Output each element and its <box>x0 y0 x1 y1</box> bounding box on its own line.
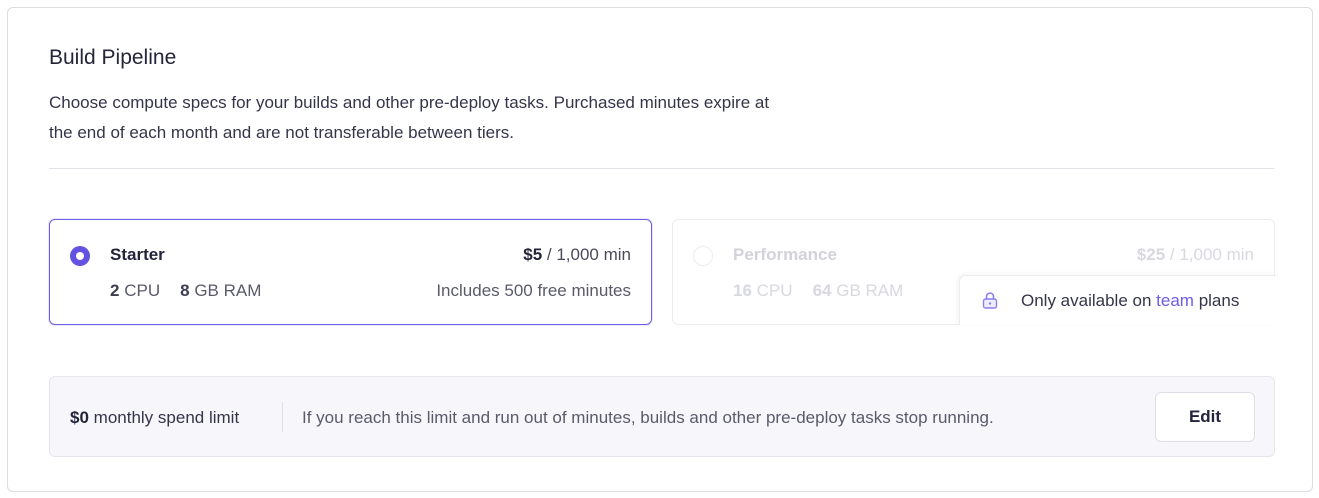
tooltip-text: Only available on team plans <box>1021 291 1239 311</box>
price-unit: / 1,000 min <box>1169 245 1254 264</box>
cpu-value: 2 <box>110 281 120 300</box>
vertical-divider <box>282 402 283 432</box>
upgrade-tooltip: Only available on team plans <box>959 275 1276 325</box>
spend-limit-bar: $0 monthly spend limit If you reach this… <box>49 376 1275 457</box>
tooltip-suffix: plans <box>1198 291 1240 310</box>
edit-spend-limit-button[interactable]: Edit <box>1155 392 1255 442</box>
cpu-label: CPU <box>756 281 793 300</box>
price-amount: $25 <box>1136 245 1166 264</box>
section-description: Choose compute specs for your builds and… <box>49 93 770 142</box>
spend-limit-amount: $0 <box>70 408 89 427</box>
ram-value: 8 <box>180 281 190 300</box>
radio-unselected-icon <box>693 246 713 266</box>
team-plans-link[interactable]: team <box>1156 291 1194 310</box>
price-unit: / 1,000 min <box>546 245 631 264</box>
tier-option-performance: Performance $25 / 1,000 min 16 CPU 64 GB … <box>672 219 1276 325</box>
cpu-spec: 16 CPU <box>733 281 793 300</box>
ram-label: GB RAM <box>836 281 904 300</box>
tier-name: Starter <box>110 245 165 264</box>
build-pipeline-card: Build Pipeline Choose compute specs for … <box>7 7 1313 492</box>
tier-option-starter[interactable]: Starter $5 / 1,000 min 2 CPU 8 GB RAM Inc… <box>49 219 652 325</box>
ram-label: GB RAM <box>194 281 262 300</box>
spend-limit-summary: $0 monthly spend limit <box>70 408 239 428</box>
cpu-value: 16 <box>733 281 752 300</box>
tier-price: $5 / 1,000 min <box>523 245 631 265</box>
tier-name: Performance <box>733 245 837 264</box>
spend-limit-label: monthly spend limit <box>93 408 240 427</box>
lock-icon <box>982 292 998 309</box>
tier-price: $25 / 1,000 min <box>1137 245 1254 265</box>
price-amount: $5 <box>523 245 543 264</box>
tier-specs: 16 CPU 64 GB RAM <box>733 281 923 301</box>
tooltip-prefix: Only available on <box>1021 291 1152 310</box>
cpu-label: CPU <box>124 281 161 300</box>
ram-spec: 64 GB RAM <box>813 281 904 300</box>
spend-limit-description: If you reach this limit and run out of m… <box>302 408 994 427</box>
radio-selected-icon[interactable] <box>70 246 90 266</box>
cpu-spec: 2 CPU <box>110 281 160 300</box>
ram-value: 64 <box>812 281 832 300</box>
section-title: Build Pipeline <box>49 46 177 69</box>
tier-specs: 2 CPU 8 GB RAM <box>110 281 281 301</box>
divider <box>49 168 1274 169</box>
ram-spec: 8 GB RAM <box>180 281 261 300</box>
free-minutes-note: Includes 500 free minutes <box>436 281 631 300</box>
